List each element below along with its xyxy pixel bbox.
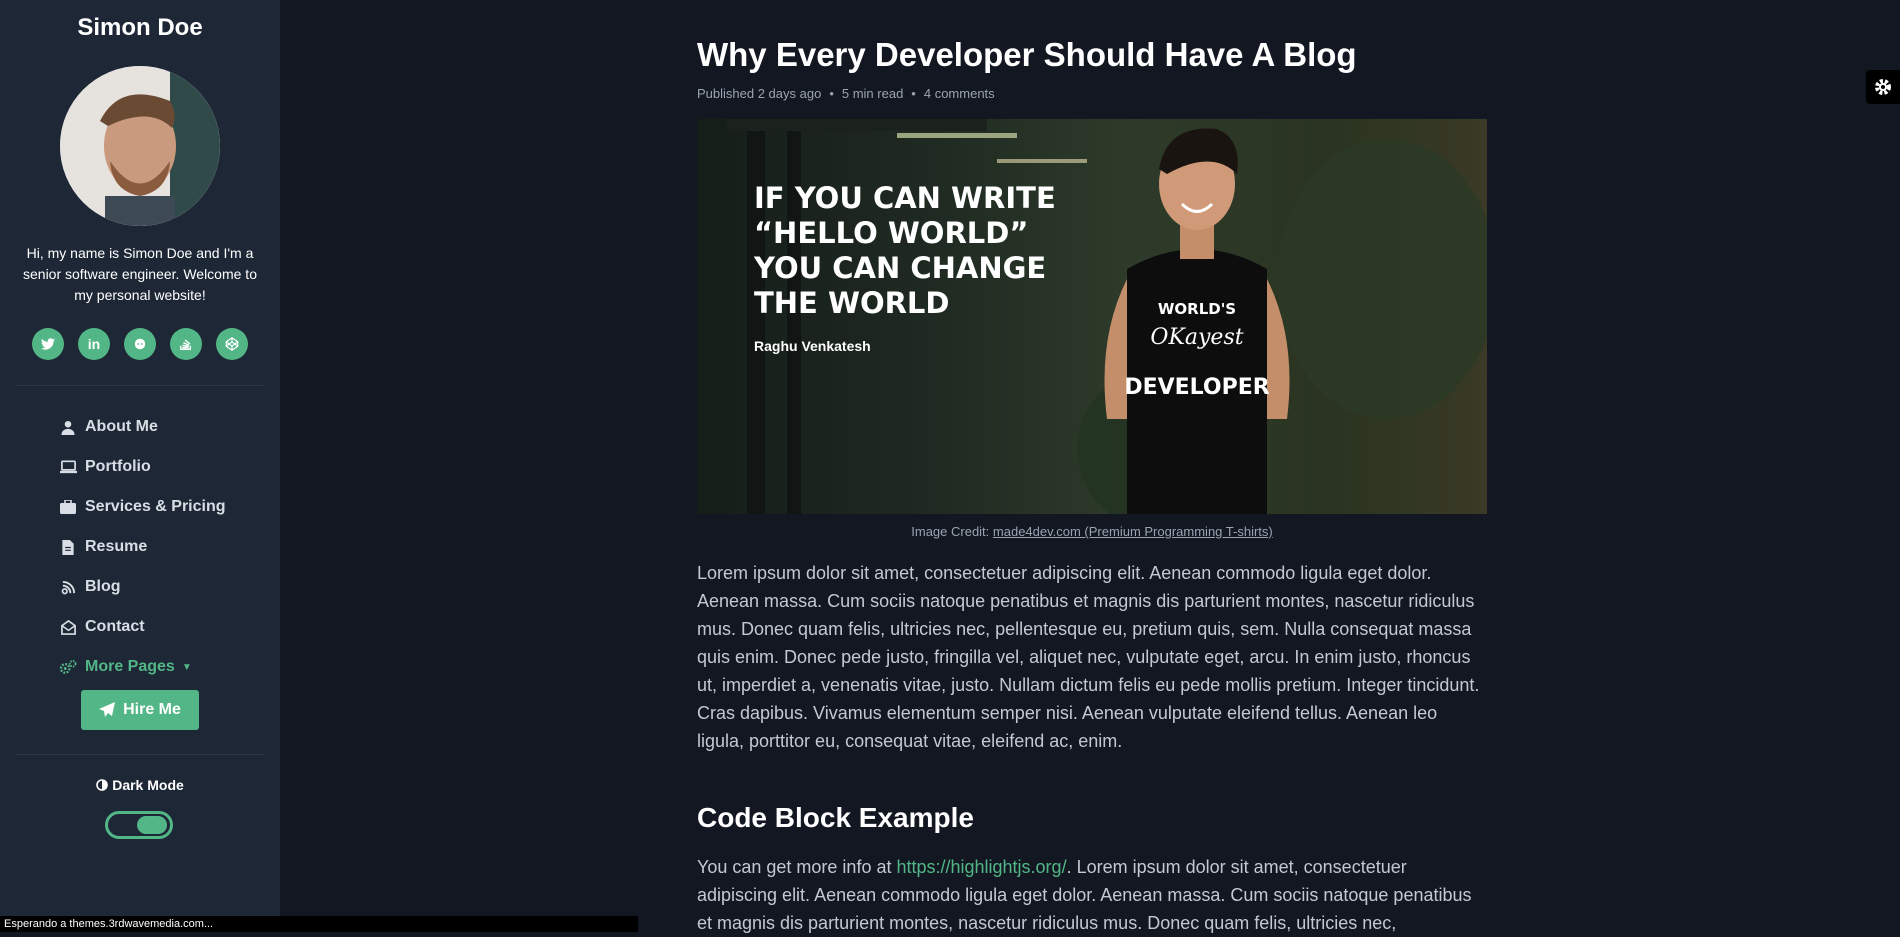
nav-label: About Me	[85, 418, 158, 435]
published-date: Published 2 days ago	[697, 86, 822, 101]
nav-label: Portfolio	[85, 458, 151, 475]
nav-label: More Pages	[85, 658, 175, 675]
laptop-code-icon	[57, 460, 79, 474]
post-paragraph-2: You can get more info at https://highlig…	[697, 857, 1472, 933]
social-links: in	[0, 328, 280, 360]
codepen-icon[interactable]	[216, 328, 248, 360]
nav-item-contact[interactable]: Contact	[57, 607, 226, 647]
file-icon	[57, 539, 79, 555]
hire-me-button[interactable]: Hire Me	[81, 690, 199, 730]
hero-quote: IF YOU CAN WRITE “HELLO WORLD” YOU CAN C…	[754, 181, 1056, 320]
sidebar-divider-top	[16, 385, 264, 386]
nav-item-portfolio[interactable]: Portfolio	[57, 447, 226, 487]
caret-down-icon: ▼	[181, 661, 192, 673]
paper-plane-icon	[99, 702, 116, 717]
linkedin-icon[interactable]: in	[78, 328, 110, 360]
read-time: 5 min read	[841, 86, 904, 101]
nav-item-blog[interactable]: Blog	[57, 567, 226, 607]
dark-mode-label: Dark Mode	[0, 777, 280, 793]
nav-label: Blog	[85, 578, 121, 595]
nav-item-services-pricing[interactable]: Services & Pricing	[57, 487, 226, 527]
nav-item-more-pages[interactable]: More Pages ▼	[57, 647, 226, 687]
user-icon	[57, 420, 79, 435]
half-circle-icon	[96, 779, 109, 791]
nav-label: Resume	[85, 538, 148, 555]
nav-item-about-me[interactable]: About Me	[57, 407, 226, 447]
toggle-knob	[137, 816, 167, 834]
post-paragraph: Lorem ipsum dolor sit amet, consectetuer…	[697, 563, 1480, 751]
sidebar-nav: About Me Portfolio Services & Pricing Re…	[57, 407, 226, 687]
browser-status-bar: Esperando a themes.3rdwavemedia.com...	[0, 916, 638, 932]
post-title: Why Every Developer Should Have A Blog	[697, 36, 1357, 73]
post-meta: Published 2 days ago • 5 min read • 4 commen…	[697, 86, 995, 101]
envelope-open-icon	[57, 619, 79, 635]
highlightjs-link[interactable]: https://highlightjs.org/	[896, 857, 1066, 877]
cogs-icon	[57, 659, 79, 675]
github-icon[interactable]	[124, 328, 156, 360]
nav-label: Services & Pricing	[85, 498, 226, 515]
hero-image: WORLD'S OKayest DEVELOPER IF YOU CAN WRI…	[697, 119, 1487, 514]
svg-text:OKayest: OKayest	[1150, 325, 1243, 350]
comment-count[interactable]: 4 comments	[924, 86, 995, 101]
twitter-icon[interactable]	[32, 328, 64, 360]
image-credit: Image Credit: made4dev.com (Premium Prog…	[911, 524, 1273, 539]
stack-overflow-icon[interactable]	[170, 328, 202, 360]
svg-text:DEVELOPER: DEVELOPER	[1124, 375, 1269, 400]
blog-icon	[57, 580, 79, 595]
sidebar: Simon Doe Hi, my name is Simon Doe and I…	[0, 0, 280, 932]
bio-text: Hi, my name is Simon Doe and I'm a senio…	[23, 245, 257, 303]
svg-text:WORLD'S: WORLD'S	[1158, 300, 1236, 318]
briefcase-icon	[57, 500, 79, 514]
section-heading: Code Block Example	[697, 802, 974, 833]
image-credit-link[interactable]: made4dev.com (Premium Programming T-shir…	[993, 524, 1273, 539]
site-owner-name[interactable]: Simon Doe	[0, 14, 280, 42]
hire-me-label: Hire Me	[123, 701, 181, 718]
avatar	[60, 66, 220, 226]
nav-label: Contact	[85, 618, 145, 635]
hero-author: Raghu Venkatesh	[754, 338, 871, 354]
nav-item-resume[interactable]: Resume	[57, 527, 226, 567]
gear-icon	[1875, 79, 1891, 95]
dark-mode-toggle[interactable]	[105, 811, 173, 839]
sidebar-divider-bottom	[16, 754, 264, 755]
settings-toggle[interactable]	[1866, 70, 1900, 104]
